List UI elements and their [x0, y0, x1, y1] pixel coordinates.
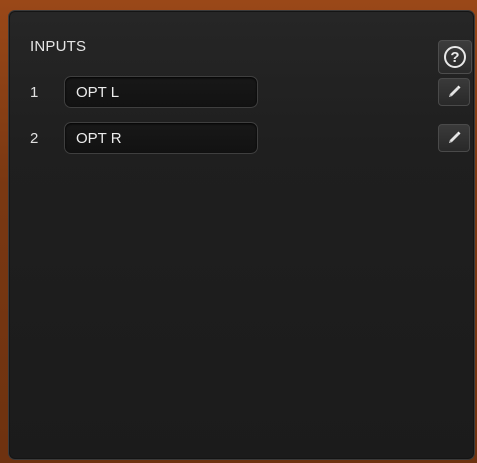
input-name-field[interactable]: OPT L: [64, 76, 258, 108]
pencil-icon: [449, 131, 461, 143]
pencil-icon: [449, 85, 461, 97]
panel-title: INPUTS: [30, 38, 87, 55]
input-row-1: 1 OPT L: [9, 76, 474, 110]
edit-button[interactable]: [438, 124, 470, 152]
edit-button[interactable]: [438, 78, 470, 106]
question-circle-icon: ?: [444, 46, 466, 68]
input-row-2: 2 OPT R: [9, 122, 474, 156]
window-frame: INPUTS ? 1 OPT L 2 OPT R: [0, 0, 477, 463]
input-number: 1: [30, 84, 39, 101]
input-number: 2: [30, 130, 39, 147]
help-button[interactable]: ?: [438, 40, 472, 74]
inputs-panel: INPUTS ? 1 OPT L 2 OPT R: [8, 10, 475, 460]
input-name-field[interactable]: OPT R: [64, 122, 258, 154]
